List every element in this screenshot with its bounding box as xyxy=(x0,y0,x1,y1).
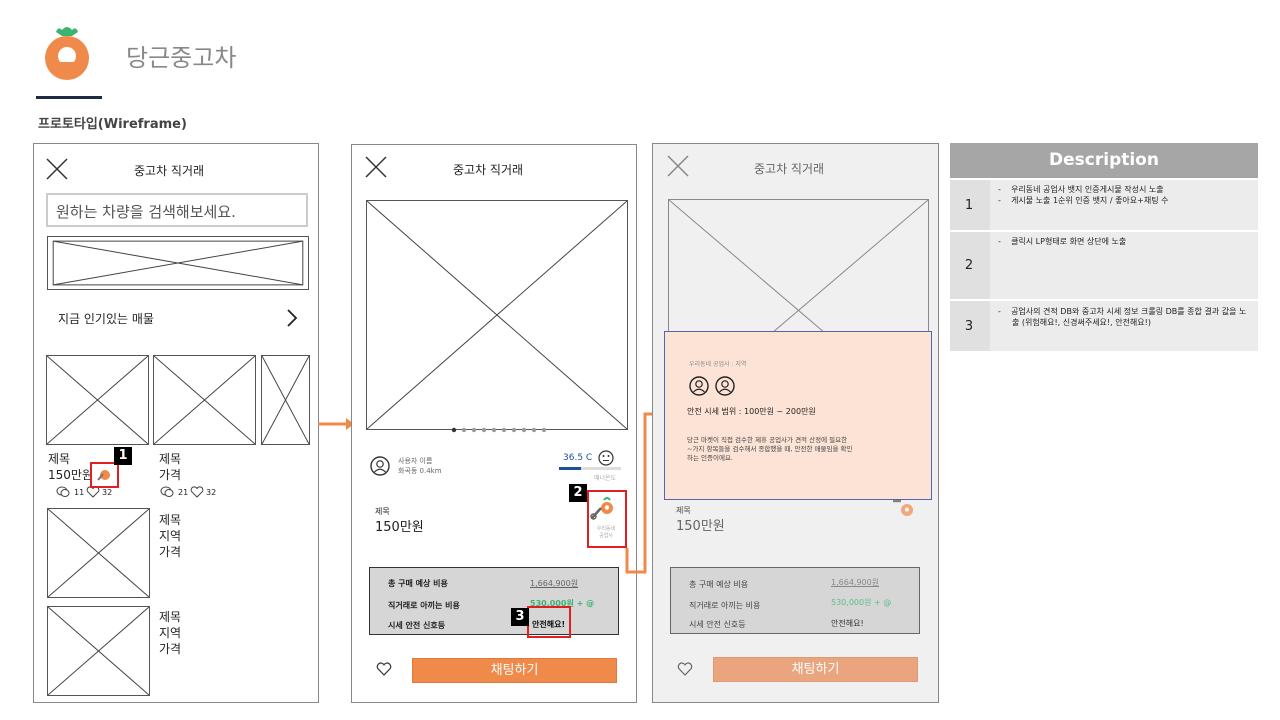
popup-safe-price-range: 안전 시세 범위 : 100만원 ~ 200만원 xyxy=(687,407,816,416)
description-row-3: 3 - 공업사의 견적 DB와 중고차 시세 정보 크롤링 DB를 종합 결과 … xyxy=(950,301,1258,351)
list-2-title: 제목 xyxy=(159,610,182,624)
screen-3-title: 중고차 직거래 xyxy=(754,162,825,176)
card-2-comment-count: 21 xyxy=(178,488,189,497)
description-line: - 게시물 노출 1순위 인증 뱃지 / 좋아요+채팅 수 xyxy=(998,196,1169,205)
car-image-placeholder-dimmed xyxy=(668,199,929,339)
description-header: Description xyxy=(950,143,1258,178)
comment-icon xyxy=(56,486,70,498)
cost-value-saving: 530,000원 + @ xyxy=(831,598,892,607)
brand-name: 당근중고차 xyxy=(126,44,237,72)
search-input[interactable]: 원하는 차량을 검색해보세요. xyxy=(46,193,308,227)
page-subtitle: 프로토타입(Wireframe) xyxy=(38,117,187,132)
card-image-placeholder-3[interactable] xyxy=(261,355,310,445)
flow-arrow-1 xyxy=(318,416,354,435)
description-row-number: 1 xyxy=(964,197,974,213)
search-placeholder: 원하는 차량을 검색해보세요. xyxy=(56,203,236,221)
close-icon[interactable] xyxy=(365,156,387,178)
user-avatar-icon xyxy=(715,376,735,396)
list-2-region: 지역 xyxy=(159,626,182,640)
highlight-box-1 xyxy=(90,462,119,488)
header-underline xyxy=(36,96,102,99)
description-line: - 클릭시 LP형태로 화면 상단에 노출 xyxy=(998,237,1127,246)
popup-description-line-1: 당근 마켓이 직접 검수한 제휴 공업사가 견적 산정에 필요한 xyxy=(687,436,848,444)
popup-description-line-2: ~가지 항목들을 검수해서 종합했을 때, 안전한 매물임을 확인 xyxy=(687,445,853,453)
card-2-like-count: 32 xyxy=(206,488,217,497)
popular-section-label: 지금 인기있는 매물 xyxy=(58,312,154,326)
card-1-like-count: 32 xyxy=(102,488,113,497)
close-icon[interactable] xyxy=(667,155,689,177)
list-2-price: 가격 xyxy=(159,642,182,656)
like-heart-icon xyxy=(677,662,693,676)
card-2-price: 가격 xyxy=(159,468,182,482)
card-image-placeholder-1[interactable] xyxy=(46,355,149,445)
description-line: - 우리동네 공업사 뱃지 인증게시물 작성시 노출 xyxy=(998,185,1164,194)
card-1-comment-count: 11 xyxy=(74,488,85,497)
image-pagination-dots[interactable] xyxy=(451,418,551,437)
seller-location: 화곡동 0.4km xyxy=(398,467,442,475)
description-row-text: - 우리동네 공업사 뱃지 인증게시물 작성시 노출 - 게시물 노출 1순위 … xyxy=(990,180,1258,230)
item-price-dimmed: 150만원 xyxy=(676,519,725,534)
marker-1: 1 xyxy=(114,447,132,465)
cost-label-total: 총 구매 예상 비용 xyxy=(689,580,749,589)
cost-label-total: 총 구매 예상 비용 xyxy=(388,579,448,588)
garage-info-popup[interactable]: 우리동네 공업사 : 지역 안전 시세 범위 : 100만원 ~ 200만원 당… xyxy=(664,331,932,500)
cost-value-total: 1,664,900원 xyxy=(530,579,579,588)
chevron-right-icon[interactable] xyxy=(286,308,298,328)
highlight-box-3 xyxy=(527,606,571,638)
list-1-title: 제목 xyxy=(159,513,182,527)
garage-badge-icon xyxy=(892,499,916,523)
cost-label-signal: 시세 안전 신호등 xyxy=(689,620,746,629)
screen-1-title: 중고차 직거래 xyxy=(134,164,205,178)
popup-description: 당근 마켓이 직접 검수한 제휴 공업사가 견적 산정에 필요한 ~가지 항목들… xyxy=(687,436,853,463)
heart-icon xyxy=(190,486,204,498)
description-row-text: - 공업사의 견적 DB와 중고차 시세 정보 크롤링 DB를 종합 결과 값을… xyxy=(990,301,1258,351)
item-price: 150만원 xyxy=(375,520,424,535)
user-avatar-icon[interactable] xyxy=(370,456,390,476)
seller-name: 사용자 이름 xyxy=(398,457,433,465)
marker-2: 2 xyxy=(569,484,587,502)
manner-temperature: 36.5 C xyxy=(563,453,593,463)
description-row-1: 1 - 우리동네 공업사 뱃지 인증게시물 작성시 노출 - 게시물 노출 1순… xyxy=(950,180,1258,230)
brand-logo-icon xyxy=(42,24,92,82)
like-heart-icon[interactable] xyxy=(376,662,392,676)
card-image-placeholder-2[interactable] xyxy=(153,355,256,445)
popup-garage-label: 우리동네 공업사 : 지역 xyxy=(689,361,747,368)
cost-label-saving: 직거래로 아끼는 비용 xyxy=(388,601,460,610)
list-image-placeholder-2[interactable] xyxy=(47,606,150,696)
list-image-placeholder-1[interactable] xyxy=(47,508,150,598)
description-row-number: 2 xyxy=(964,258,974,273)
description-row-2: 2 - 클릭시 LP형태로 화면 상단에 노출 xyxy=(950,232,1258,299)
description-row-text: - 클릭시 LP형태로 화면 상단에 노출 xyxy=(990,232,1258,299)
card-2-title: 제목 xyxy=(159,452,182,466)
marker-3: 3 xyxy=(511,608,529,626)
car-image-placeholder[interactable] xyxy=(366,200,628,430)
card-1-title: 제목 xyxy=(48,452,71,466)
list-1-price: 가격 xyxy=(159,545,182,559)
popup-description-line-3: 하는 인증이에요. xyxy=(687,454,733,462)
cost-label-saving: 직거래로 아끼는 비용 xyxy=(689,601,761,610)
close-icon[interactable] xyxy=(46,158,68,180)
user-avatar-icon xyxy=(689,376,709,396)
cost-label-signal: 시세 안전 신호등 xyxy=(388,621,446,630)
description-line: - 공업사의 견적 DB와 중고차 시세 정보 크롤링 DB를 종합 결과 값을… xyxy=(998,307,1247,327)
banner-image-placeholder[interactable] xyxy=(47,236,309,290)
cost-summary-box: 총 구매 예상 비용 직거래로 아끼는 비용 시세 안전 신호등 1,664,9… xyxy=(369,567,619,635)
card-1-price: 150만원 xyxy=(48,468,93,482)
temperature-bar-fill xyxy=(559,467,582,470)
cost-summary-box-dimmed: 총 구매 예상 비용 직거래로 아끼는 비용 시세 안전 신호등 1,664,9… xyxy=(670,567,920,634)
cost-value-signal: 안전해요! xyxy=(831,619,864,628)
comment-icon xyxy=(160,486,174,498)
chat-button[interactable]: 채팅하기 xyxy=(412,658,617,683)
cost-value-total: 1,664,900원 xyxy=(831,578,880,587)
screen-2-title: 중고차 직거래 xyxy=(453,163,524,177)
description-row-number: 3 xyxy=(964,318,974,334)
chat-button-dimmed: 채팅하기 xyxy=(713,657,918,682)
list-1-region: 지역 xyxy=(159,529,182,543)
